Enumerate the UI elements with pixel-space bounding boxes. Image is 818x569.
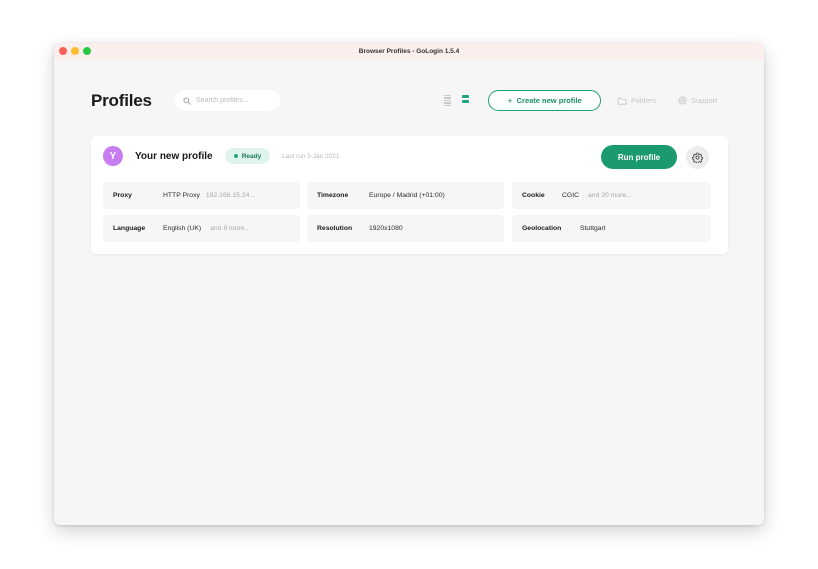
detail-key: Proxy [113,192,132,199]
search-input[interactable] [196,97,276,104]
minimize-window-button[interactable] [71,47,79,55]
plus-icon: + [507,95,513,106]
search-icon [183,96,191,105]
detail-geolocation[interactable]: Geolocation Stuttgart [512,215,711,242]
detail-cookie[interactable]: Cookie CGIC and 20 more... [512,182,711,209]
app-window: Browser Profiles - GoLogin 1.5.4 Profile… [54,43,764,525]
folder-icon [617,97,627,105]
detail-key: Resolution [317,225,353,232]
profile-name[interactable]: Your new profile [135,151,213,162]
folders-label: Folders [631,96,657,105]
detail-value: Europe / Madrid (+01:00) [369,192,445,199]
card-view-icon[interactable] [462,95,469,103]
detail-extra: and 8 more... [210,225,251,232]
detail-value: English (UK) [163,225,202,232]
detail-value: CGIC [562,192,579,199]
support-label: Support [691,96,718,105]
run-profile-button[interactable]: Run profile [601,145,677,169]
close-window-button[interactable] [59,47,67,55]
detail-extra: and 20 more... [588,192,632,199]
detail-resolution[interactable]: Resolution 1920x1080 [307,215,504,242]
status-dot-icon [233,154,238,158]
detail-value: 1920x1080 [369,225,403,232]
folders-link[interactable]: Folders [617,96,656,105]
gear-icon [692,152,703,163]
profile-card[interactable]: Y Your new profile Ready Last run 5 Jan … [91,136,728,254]
detail-key: Language [113,225,146,232]
maximize-window-button[interactable] [83,47,91,55]
detail-key: Timezone [317,192,349,199]
status-label: Ready [241,152,262,160]
title-bar: Browser Profiles - GoLogin 1.5.4 [54,43,764,60]
detail-key: Geolocation [522,225,562,232]
detail-proxy[interactable]: Proxy HTTP Proxy 192.168.15.24... [103,182,300,209]
detail-value: Stuttgart [580,225,606,232]
create-button-label: Create new profile [516,96,582,105]
detail-extra: 192.168.15.24... [205,192,256,199]
detail-value: HTTP Proxy [163,192,200,199]
window-title: Browser Profiles - GoLogin 1.5.4 [358,48,460,55]
detail-timezone[interactable]: Timezone Europe / Madrid (+01:00) [307,182,504,209]
status-badge: Ready [225,148,270,164]
support-link[interactable]: Support [678,96,717,105]
detail-key: Cookie [522,192,545,199]
profile-settings-button[interactable] [686,146,709,169]
create-new-profile-button[interactable]: + Create new profile [488,90,601,111]
last-run-text: Last run 5 Jan 2021 [282,153,340,160]
detail-language[interactable]: Language English (UK) and 8 more... [103,215,300,242]
support-icon [678,96,687,105]
search-box[interactable] [175,90,280,111]
page-title: Profiles [91,91,152,110]
window-controls [59,47,91,55]
avatar: Y [103,146,123,166]
list-view-icon[interactable] [444,95,451,106]
